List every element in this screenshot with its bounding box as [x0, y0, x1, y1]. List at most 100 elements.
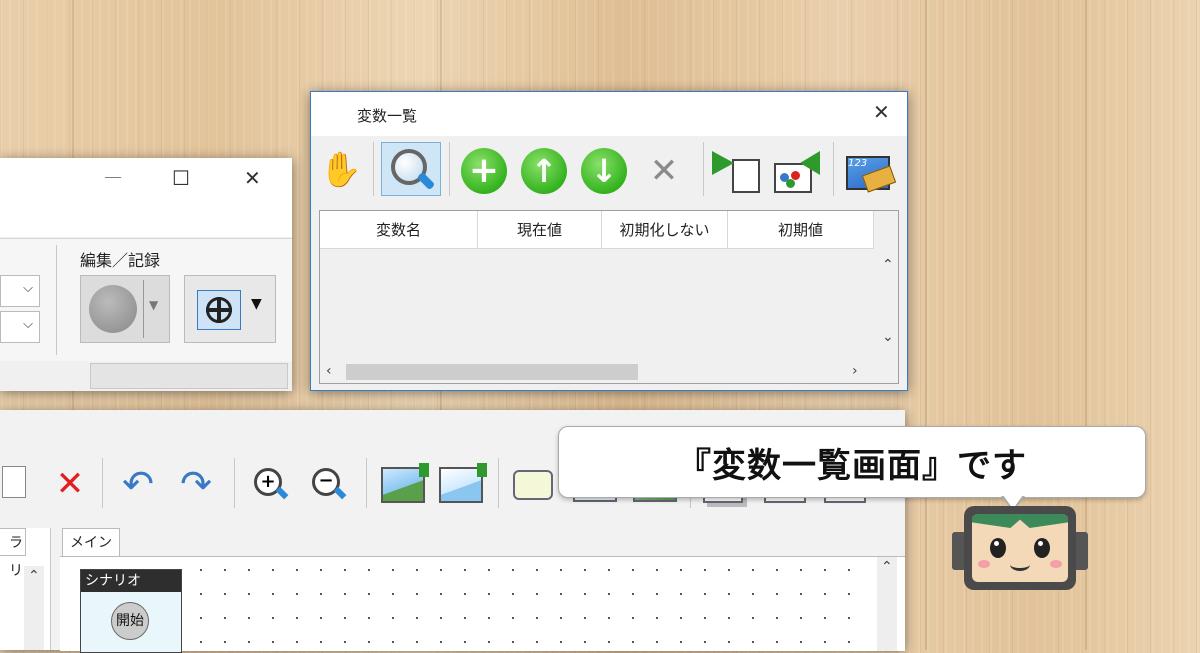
tab-library[interactable]: ラリ [0, 528, 26, 579]
grid-dot [440, 569, 442, 571]
variable-list-titlebar: 変数一覧 ✕ [311, 92, 907, 136]
speech-bubble-text: 『変数一覧画面』です [677, 445, 1027, 486]
grid-dot [224, 617, 226, 619]
move-down-button[interactable]: ↓ [581, 148, 627, 194]
record-button[interactable]: ▼ [80, 275, 170, 343]
image-capture-button-2[interactable] [436, 462, 487, 508]
tab-main[interactable]: メイン [62, 528, 120, 557]
zoom-in-button[interactable]: + [248, 462, 294, 508]
clipboard-icon [2, 466, 26, 498]
grid-dot [200, 641, 202, 643]
grid-dot [248, 593, 250, 595]
variable-grid[interactable]: 変数名 現在値 初期化しない 初期値 ⌃ ⌄ ‹ › [319, 210, 899, 384]
redo-button[interactable]: ↷ [174, 462, 218, 506]
grid-dot [392, 593, 394, 595]
grid-dot [512, 569, 514, 571]
clear-values-button[interactable]: 123 [841, 146, 897, 196]
canvas-scrollbar[interactable]: ⌃ [877, 557, 897, 651]
scenario-node-title: シナリオ [81, 570, 181, 592]
magnifier-icon [389, 147, 436, 191]
grid-dot [200, 617, 202, 619]
horizontal-scroll-thumb[interactable] [346, 364, 638, 380]
grid-dot [440, 617, 442, 619]
close-button[interactable]: ✕ [244, 166, 261, 190]
toolbar-separator [703, 142, 704, 196]
numbers-broom-icon: 123 [844, 152, 897, 193]
move-up-button[interactable]: ↑ [521, 148, 567, 194]
grid-dot [296, 641, 298, 643]
library-scrollbar[interactable]: ⌃ [24, 566, 44, 650]
import-dots-icon [774, 151, 820, 193]
grid-dot [344, 641, 346, 643]
speech-bubble: 『変数一覧画面』です [558, 426, 1146, 512]
scroll-right-icon: › [852, 363, 858, 379]
arrow-down-icon: ↓ [590, 152, 618, 190]
column-header-name[interactable]: 変数名 [320, 211, 478, 249]
chevron-down-icon: ⌵ [23, 281, 33, 296]
scenario-node[interactable]: シナリオ 開始 [80, 569, 182, 653]
column-header-no-init[interactable]: 初期化しない [602, 211, 728, 249]
hand-button[interactable]: ✋ [319, 148, 363, 192]
ribbon-separator [56, 245, 57, 355]
grid-dot [296, 617, 298, 619]
scroll-up-icon: ⌃ [881, 559, 893, 575]
grid-dot [440, 593, 442, 595]
dropdown-arrow-icon: ▼ [251, 296, 262, 312]
grid-dot [272, 617, 274, 619]
grid-dot [368, 569, 370, 571]
toolbar-separator [234, 458, 235, 508]
grid-dot [656, 617, 658, 619]
combo-box-2[interactable]: ⌵ [0, 311, 40, 343]
grid-dot [536, 617, 538, 619]
grid-dot [344, 617, 346, 619]
grid-dot [320, 593, 322, 595]
message-button[interactable] [508, 462, 558, 508]
image-capture-button[interactable] [378, 462, 429, 508]
grid-dot [584, 641, 586, 643]
zoom-out-button[interactable]: − [306, 462, 352, 508]
grid-dot [824, 569, 826, 571]
search-button[interactable] [381, 142, 441, 196]
target-crosshair-icon [197, 290, 241, 330]
combo-box-1[interactable]: ⌵ [0, 275, 40, 307]
grid-dot [584, 617, 586, 619]
delete-button[interactable]: ✕ [52, 464, 88, 504]
grid-dot [536, 569, 538, 571]
scroll-up-icon: ⌃ [882, 257, 894, 273]
grid-vertical-scrollbar[interactable]: ⌃ ⌄ [876, 249, 898, 361]
grid-dot [608, 617, 610, 619]
undo-button[interactable]: ↶ [116, 462, 160, 506]
grid-dot [824, 593, 826, 595]
start-node[interactable]: 開始 [111, 602, 149, 640]
add-variable-button[interactable]: + [461, 148, 507, 194]
delete-variable-button[interactable]: ✕ [641, 148, 687, 194]
grid-dot [392, 617, 394, 619]
minimize-button[interactable]: — [104, 166, 122, 187]
grid-dot [656, 569, 658, 571]
grid-dot [704, 617, 706, 619]
grid-dot [704, 569, 706, 571]
column-header-initial[interactable]: 初期値 [728, 211, 874, 249]
maximize-button[interactable]: ☐ [172, 166, 190, 190]
grid-dot [728, 641, 730, 643]
paste-button[interactable] [0, 460, 36, 504]
grid-dot [224, 641, 226, 643]
library-panel: ラリ ⌃ [0, 528, 51, 650]
grid-dot [512, 617, 514, 619]
close-button[interactable]: ✕ [873, 100, 890, 124]
grid-dot [776, 593, 778, 595]
grid-horizontal-scrollbar[interactable]: ‹ › [320, 361, 876, 383]
grid-dot [560, 593, 562, 595]
export-button[interactable] [709, 146, 761, 196]
import-button[interactable] [771, 146, 823, 196]
toolbar-separator [833, 142, 834, 196]
grid-dot [776, 569, 778, 571]
grid-dot [704, 593, 706, 595]
scenario-canvas[interactable]: シナリオ 開始 ⌃ [60, 556, 905, 653]
column-header-current[interactable]: 現在値 [478, 211, 602, 249]
grid-dot [536, 593, 538, 595]
grid-dot [656, 641, 658, 643]
grid-dot [680, 641, 682, 643]
capture-target-button[interactable]: ▼ [184, 275, 276, 343]
grid-dot [488, 617, 490, 619]
